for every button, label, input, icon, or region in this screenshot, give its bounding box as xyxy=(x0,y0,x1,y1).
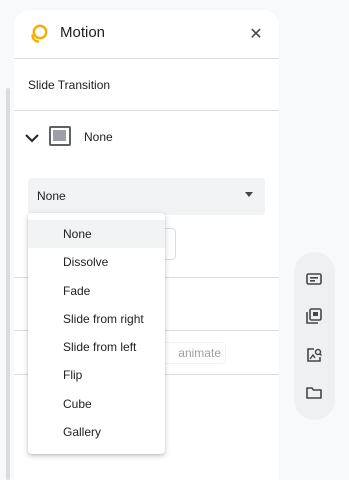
menu-item-slide-from-left[interactable]: Slide from left xyxy=(28,333,165,361)
motion-icon xyxy=(28,24,48,44)
divider xyxy=(14,58,279,59)
slides-stack-icon[interactable] xyxy=(305,307,323,325)
side-rail xyxy=(294,252,335,420)
slide-thumbnail-icon xyxy=(49,126,71,146)
panel-title: Motion xyxy=(60,24,106,41)
transition-options-menu: None Dissolve Fade Slide from right Slid… xyxy=(28,213,165,454)
menu-item-fade[interactable]: Fade xyxy=(28,277,165,305)
menu-item-dissolve[interactable]: Dissolve xyxy=(28,248,165,276)
menu-item-slide-from-right[interactable]: Slide from right xyxy=(28,305,165,333)
select-value: None xyxy=(37,189,66,203)
panel-scrollbar[interactable] xyxy=(6,88,10,480)
transition-current-label: None xyxy=(84,130,113,144)
menu-item-flip[interactable]: Flip xyxy=(28,361,165,389)
dropdown-arrow-icon xyxy=(245,192,253,197)
menu-item-gallery[interactable]: Gallery xyxy=(28,418,165,446)
menu-item-cube[interactable]: Cube xyxy=(28,390,165,418)
transition-type-select[interactable]: None xyxy=(28,178,265,215)
menu-item-none[interactable]: None xyxy=(28,220,165,249)
transition-expand-row[interactable]: None xyxy=(14,120,279,156)
image-search-icon[interactable] xyxy=(305,346,323,364)
panel-header: Motion ✕ xyxy=(14,10,279,58)
close-button[interactable]: ✕ xyxy=(246,24,266,44)
chevron-down-icon[interactable] xyxy=(23,129,41,147)
animate-label: animate xyxy=(178,346,221,360)
section-title-transition: Slide Transition xyxy=(28,78,111,92)
keyboard-icon[interactable] xyxy=(305,270,323,288)
folder-icon[interactable] xyxy=(305,384,323,402)
close-icon: ✕ xyxy=(249,26,263,43)
divider xyxy=(14,110,279,111)
